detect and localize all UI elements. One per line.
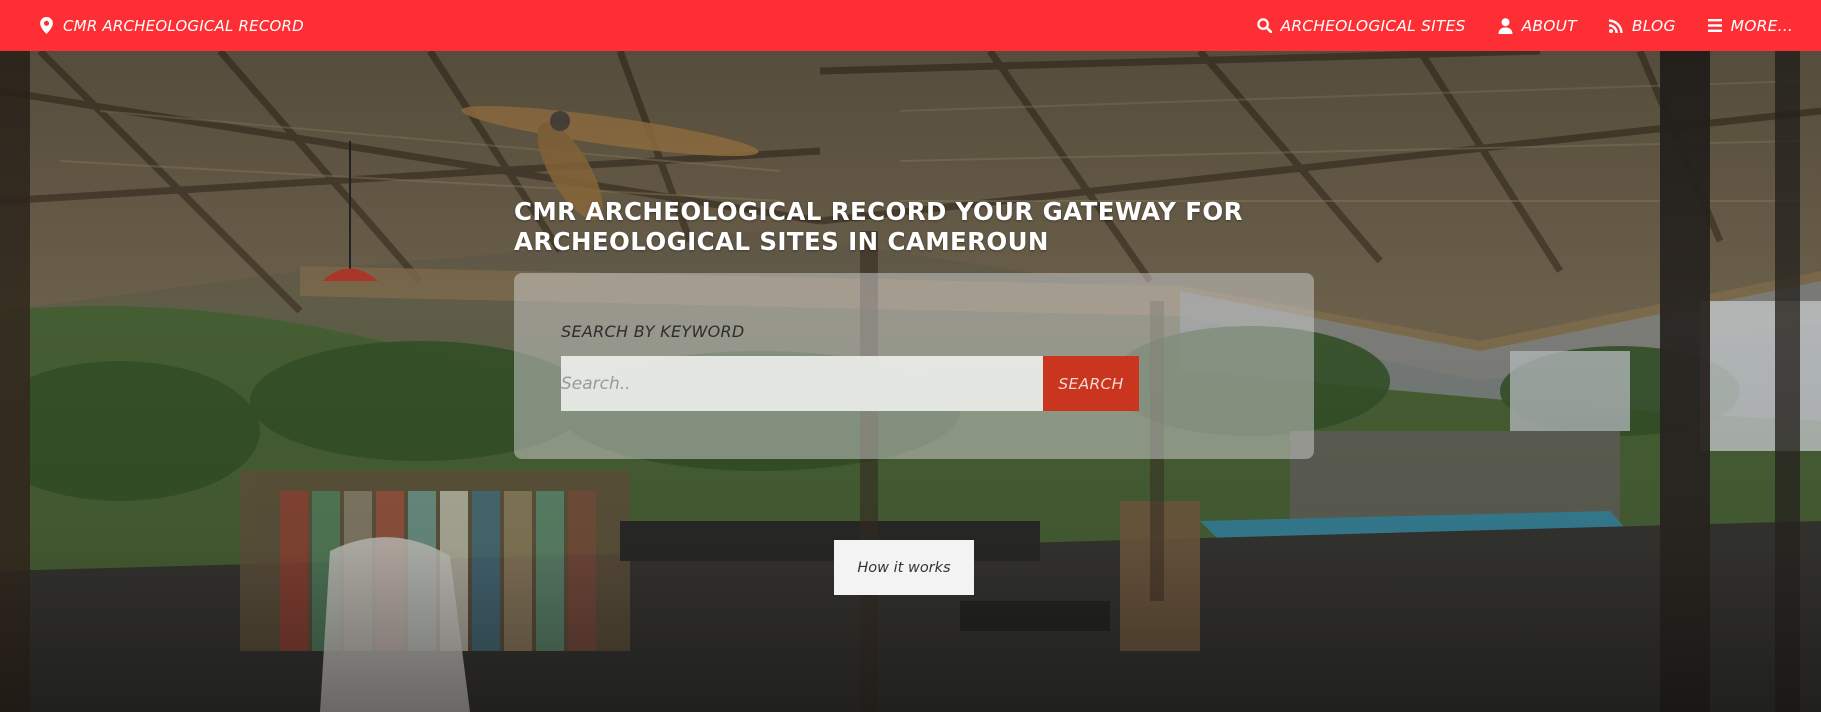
nav-menu: ARCHEOLOGICAL SITES ABOUT BLOG MORE... (1256, 0, 1793, 51)
user-icon (1498, 17, 1513, 34)
hero-headline: CMR ARCHEOLOGICAL RECORD YOUR GATEWAY FO… (514, 197, 1243, 256)
rss-icon (1608, 18, 1623, 33)
top-navbar: CMR ARCHEOLOGICAL RECORD ARCHEOLOGICAL S… (0, 0, 1821, 51)
nav-item-more[interactable]: MORE... (1707, 16, 1793, 35)
search-icon (1256, 18, 1272, 33)
nav-item-about[interactable]: ABOUT (1498, 17, 1577, 35)
nav-item-blog[interactable]: BLOG (1608, 16, 1676, 35)
nav-item-label: ABOUT (1521, 16, 1577, 35)
search-input[interactable] (561, 356, 1043, 411)
hamburger-menu-icon (1707, 19, 1722, 32)
nav-item-label: ARCHEOLOGICAL SITES (1280, 16, 1466, 35)
brand-label: CMR ARCHEOLOGICAL RECORD (63, 16, 304, 35)
map-marker-icon (40, 17, 53, 34)
search-panel: SEARCH BY KEYWORD SEARCH (514, 273, 1314, 459)
nav-item-archeological-sites[interactable]: ARCHEOLOGICAL SITES (1256, 16, 1466, 35)
hero-section: CMR ARCHEOLOGICAL RECORD YOUR GATEWAY FO… (0, 51, 1821, 712)
nav-item-label: MORE... (1730, 16, 1793, 35)
how-it-works-button[interactable]: How it works (834, 540, 974, 595)
search-label: SEARCH BY KEYWORD (561, 322, 745, 341)
brand-link[interactable]: CMR ARCHEOLOGICAL RECORD (40, 0, 304, 51)
nav-item-label: BLOG (1631, 16, 1676, 35)
search-button[interactable]: SEARCH (1043, 356, 1139, 411)
